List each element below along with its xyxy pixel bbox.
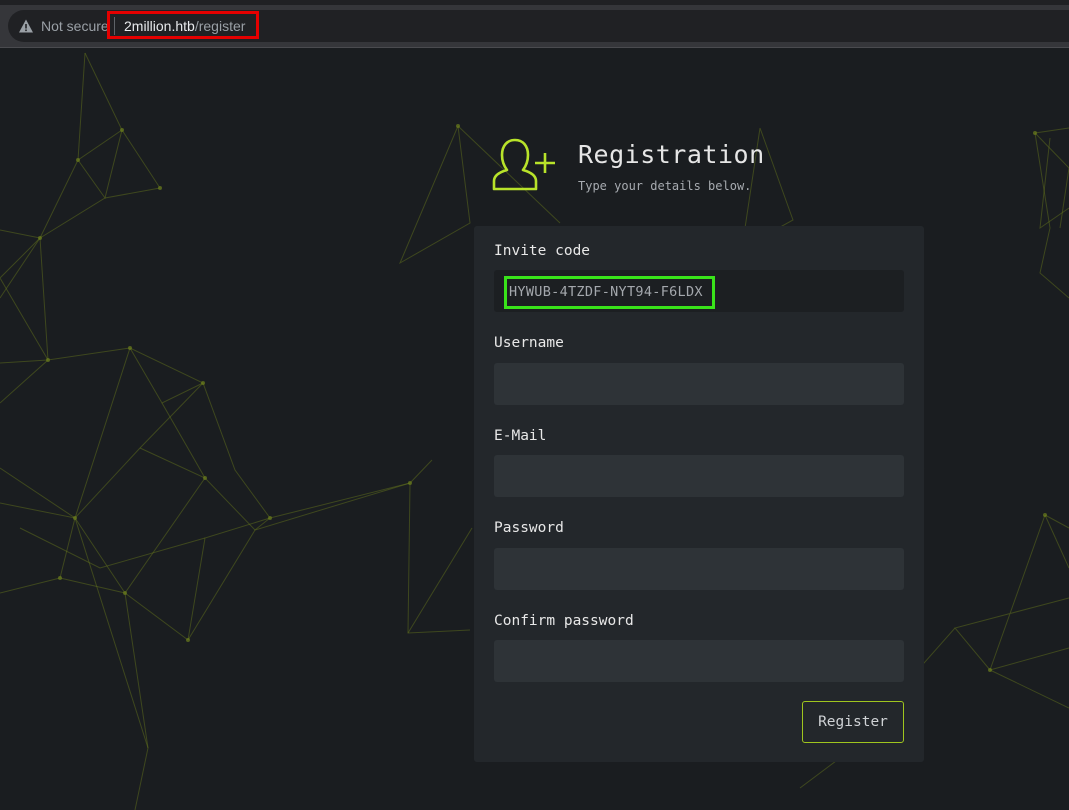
password-field[interactable] [494, 548, 904, 590]
tab-strip [0, 0, 1069, 5]
security-status[interactable]: Not secure [41, 17, 109, 35]
add-user-icon [492, 138, 555, 191]
register-button[interactable]: Register [802, 701, 904, 743]
warning-icon[interactable] [18, 18, 34, 34]
page-subtitle: Type your details below. [578, 179, 752, 193]
email-field[interactable] [494, 455, 904, 497]
username-field[interactable] [494, 363, 904, 405]
confirm-password-label: Confirm password [494, 613, 634, 629]
email-label: E-Mail [494, 428, 547, 444]
invite-code-label: Invite code [494, 243, 591, 259]
browser-toolbar: Not secure 2million.htb/register [0, 0, 1069, 48]
username-label: Username [494, 335, 564, 351]
invite-code-highlight-box [504, 276, 715, 309]
confirm-password-field[interactable] [494, 640, 904, 682]
password-label: Password [494, 520, 564, 536]
page-title: Registration [578, 140, 765, 169]
url-highlight-box [107, 11, 259, 39]
